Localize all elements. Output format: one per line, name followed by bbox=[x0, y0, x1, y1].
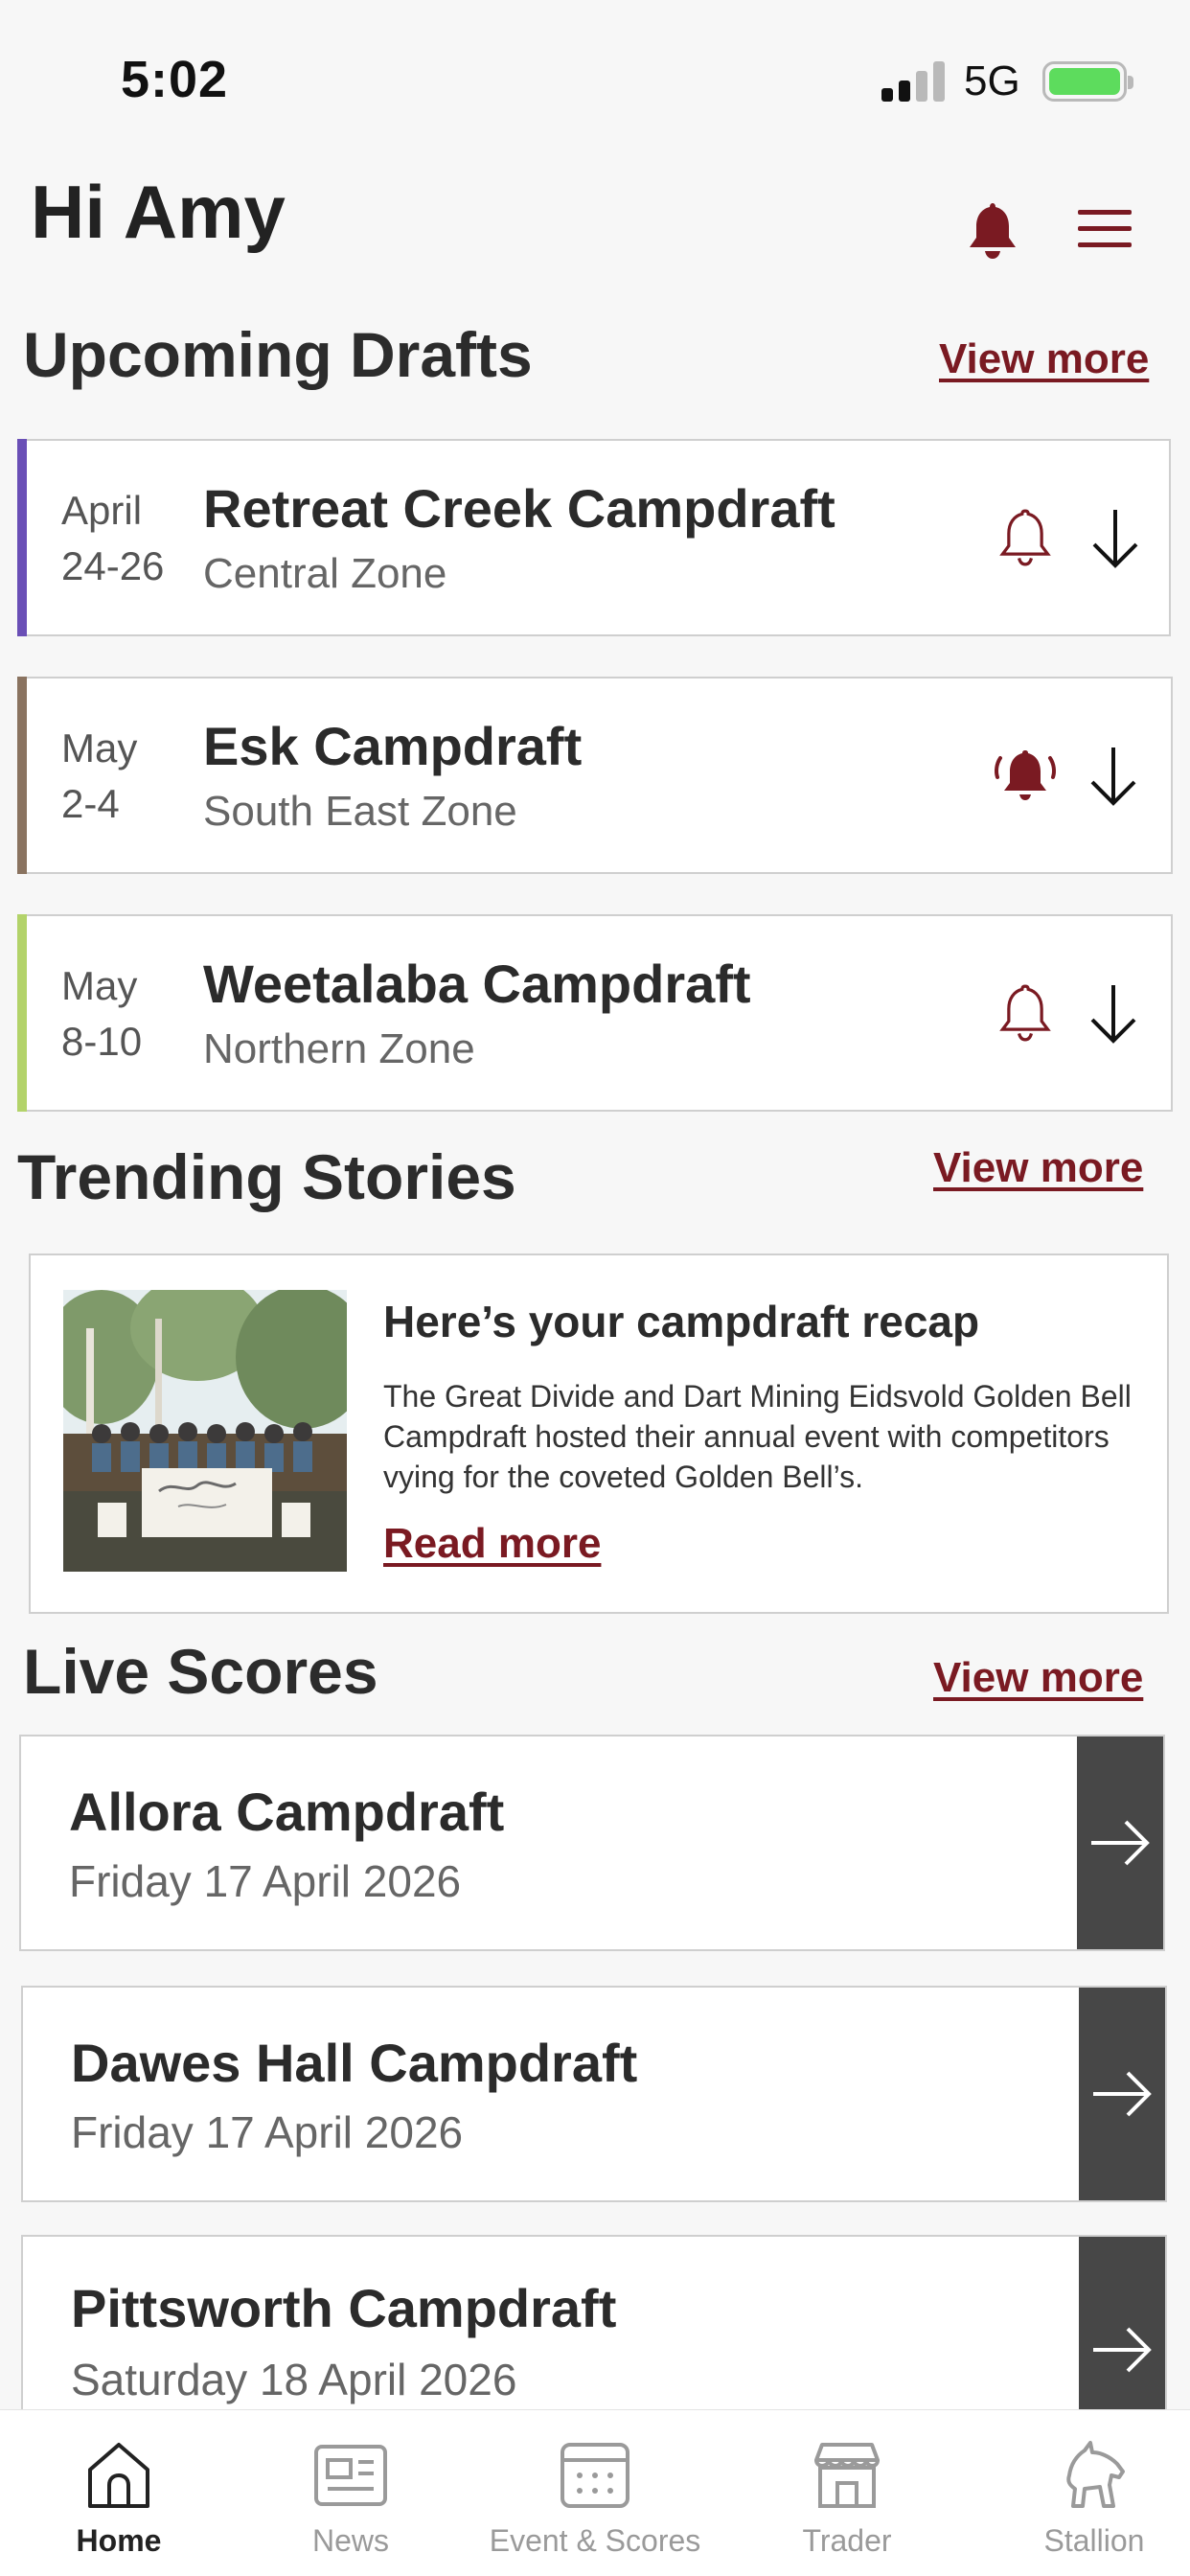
bell-outline-icon[interactable] bbox=[996, 504, 1054, 571]
download-arrow-icon[interactable] bbox=[1088, 506, 1142, 571]
download-arrow-icon[interactable] bbox=[1087, 744, 1140, 809]
draft-date: April 24-26 bbox=[61, 488, 165, 588]
upcoming-view-more-link[interactable]: View more bbox=[939, 335, 1149, 383]
nav-stallion[interactable]: Stallion bbox=[975, 2410, 1190, 2576]
menu-icon[interactable] bbox=[1075, 205, 1134, 253]
trending-stories-title: Trending Stories bbox=[17, 1141, 516, 1212]
store-icon bbox=[809, 2437, 885, 2512]
bell-outline-icon[interactable] bbox=[996, 979, 1054, 1046]
nav-label: Home bbox=[76, 2523, 162, 2558]
score-event-date: Friday 17 April 2026 bbox=[71, 2107, 464, 2157]
draft-card[interactable]: April 24-26 Retreat Creek Campdraft Cent… bbox=[17, 439, 1171, 636]
battery-icon bbox=[1042, 61, 1133, 102]
status-time: 5:02 bbox=[121, 51, 229, 108]
draft-date: May 2-4 bbox=[61, 725, 138, 826]
draft-accent-bar bbox=[17, 439, 27, 636]
calendar-icon bbox=[557, 2437, 633, 2512]
nav-label: News bbox=[311, 2523, 389, 2558]
draft-zone: Central Zone bbox=[203, 550, 447, 597]
draft-zone: South East Zone bbox=[203, 788, 517, 835]
draft-name: Retreat Creek Campdraft bbox=[203, 478, 835, 539]
draft-card[interactable]: May 8-10 Weetalaba Campdraft Northern Zo… bbox=[17, 914, 1173, 1112]
story-headline: Here’s your campdraft recap bbox=[383, 1297, 980, 1346]
news-icon bbox=[312, 2437, 389, 2512]
score-event-name: Allora Campdraft bbox=[69, 1782, 505, 1842]
home-icon bbox=[80, 2437, 157, 2512]
story-summary: The Great Divide and Dart Mining Eidsvol… bbox=[383, 1379, 1132, 1494]
upcoming-drafts-title: Upcoming Drafts bbox=[23, 319, 533, 390]
trending-view-more-link[interactable]: View more bbox=[933, 1144, 1143, 1192]
horse-icon bbox=[1056, 2437, 1133, 2512]
score-event-date: Friday 17 April 2026 bbox=[69, 1856, 462, 1906]
draft-accent-bar bbox=[17, 677, 27, 874]
greeting: Hi Amy bbox=[31, 170, 286, 254]
arrow-right-icon[interactable] bbox=[1079, 1988, 1165, 2200]
nav-trader[interactable]: Trader bbox=[728, 2410, 966, 2576]
score-event-name: Pittsworth Campdraft bbox=[71, 2278, 617, 2338]
draft-zone: Northern Zone bbox=[203, 1025, 475, 1072]
score-event-name: Dawes Hall Campdraft bbox=[71, 2033, 638, 2093]
bell-ringing-icon[interactable] bbox=[991, 742, 1060, 809]
score-card[interactable]: Dawes Hall Campdraft Friday 17 April 202… bbox=[21, 1986, 1167, 2202]
draft-name: Esk Campdraft bbox=[203, 716, 583, 776]
nav-news[interactable]: News bbox=[232, 2410, 469, 2576]
signal-icon bbox=[881, 59, 947, 102]
score-card[interactable]: Allora Campdraft Friday 17 April 2026 bbox=[19, 1735, 1165, 1951]
story-card[interactable]: Here’s your campdraft recap The Great Di… bbox=[29, 1254, 1169, 1614]
read-more-link[interactable]: Read more bbox=[383, 1520, 601, 1568]
nav-label: Event & Scores bbox=[489, 2523, 701, 2558]
draft-card[interactable]: May 2-4 Esk Campdraft South East Zone bbox=[17, 677, 1173, 874]
bottom-nav: Home News Event & Scores Trader Stallion bbox=[0, 2409, 1190, 2576]
arrow-right-icon[interactable] bbox=[1077, 1736, 1163, 1949]
notifications-bell-icon[interactable] bbox=[962, 197, 1023, 263]
nav-home[interactable]: Home bbox=[0, 2410, 238, 2576]
score-event-date: Saturday 18 April 2026 bbox=[71, 2355, 517, 2404]
draft-date: May 8-10 bbox=[61, 963, 143, 1064]
nav-label: Trader bbox=[802, 2523, 892, 2558]
nav-event-scores[interactable]: Event & Scores bbox=[476, 2410, 714, 2576]
download-arrow-icon[interactable] bbox=[1087, 981, 1140, 1046]
live-scores-view-more-link[interactable]: View more bbox=[933, 1654, 1143, 1702]
draft-accent-bar bbox=[17, 914, 27, 1112]
network-label: 5G bbox=[964, 58, 1020, 104]
live-scores-title: Live Scores bbox=[23, 1636, 378, 1707]
nav-label: Stallion bbox=[1043, 2523, 1145, 2558]
draft-name: Weetalaba Campdraft bbox=[203, 954, 751, 1014]
story-thumbnail-image bbox=[63, 1290, 347, 1572]
